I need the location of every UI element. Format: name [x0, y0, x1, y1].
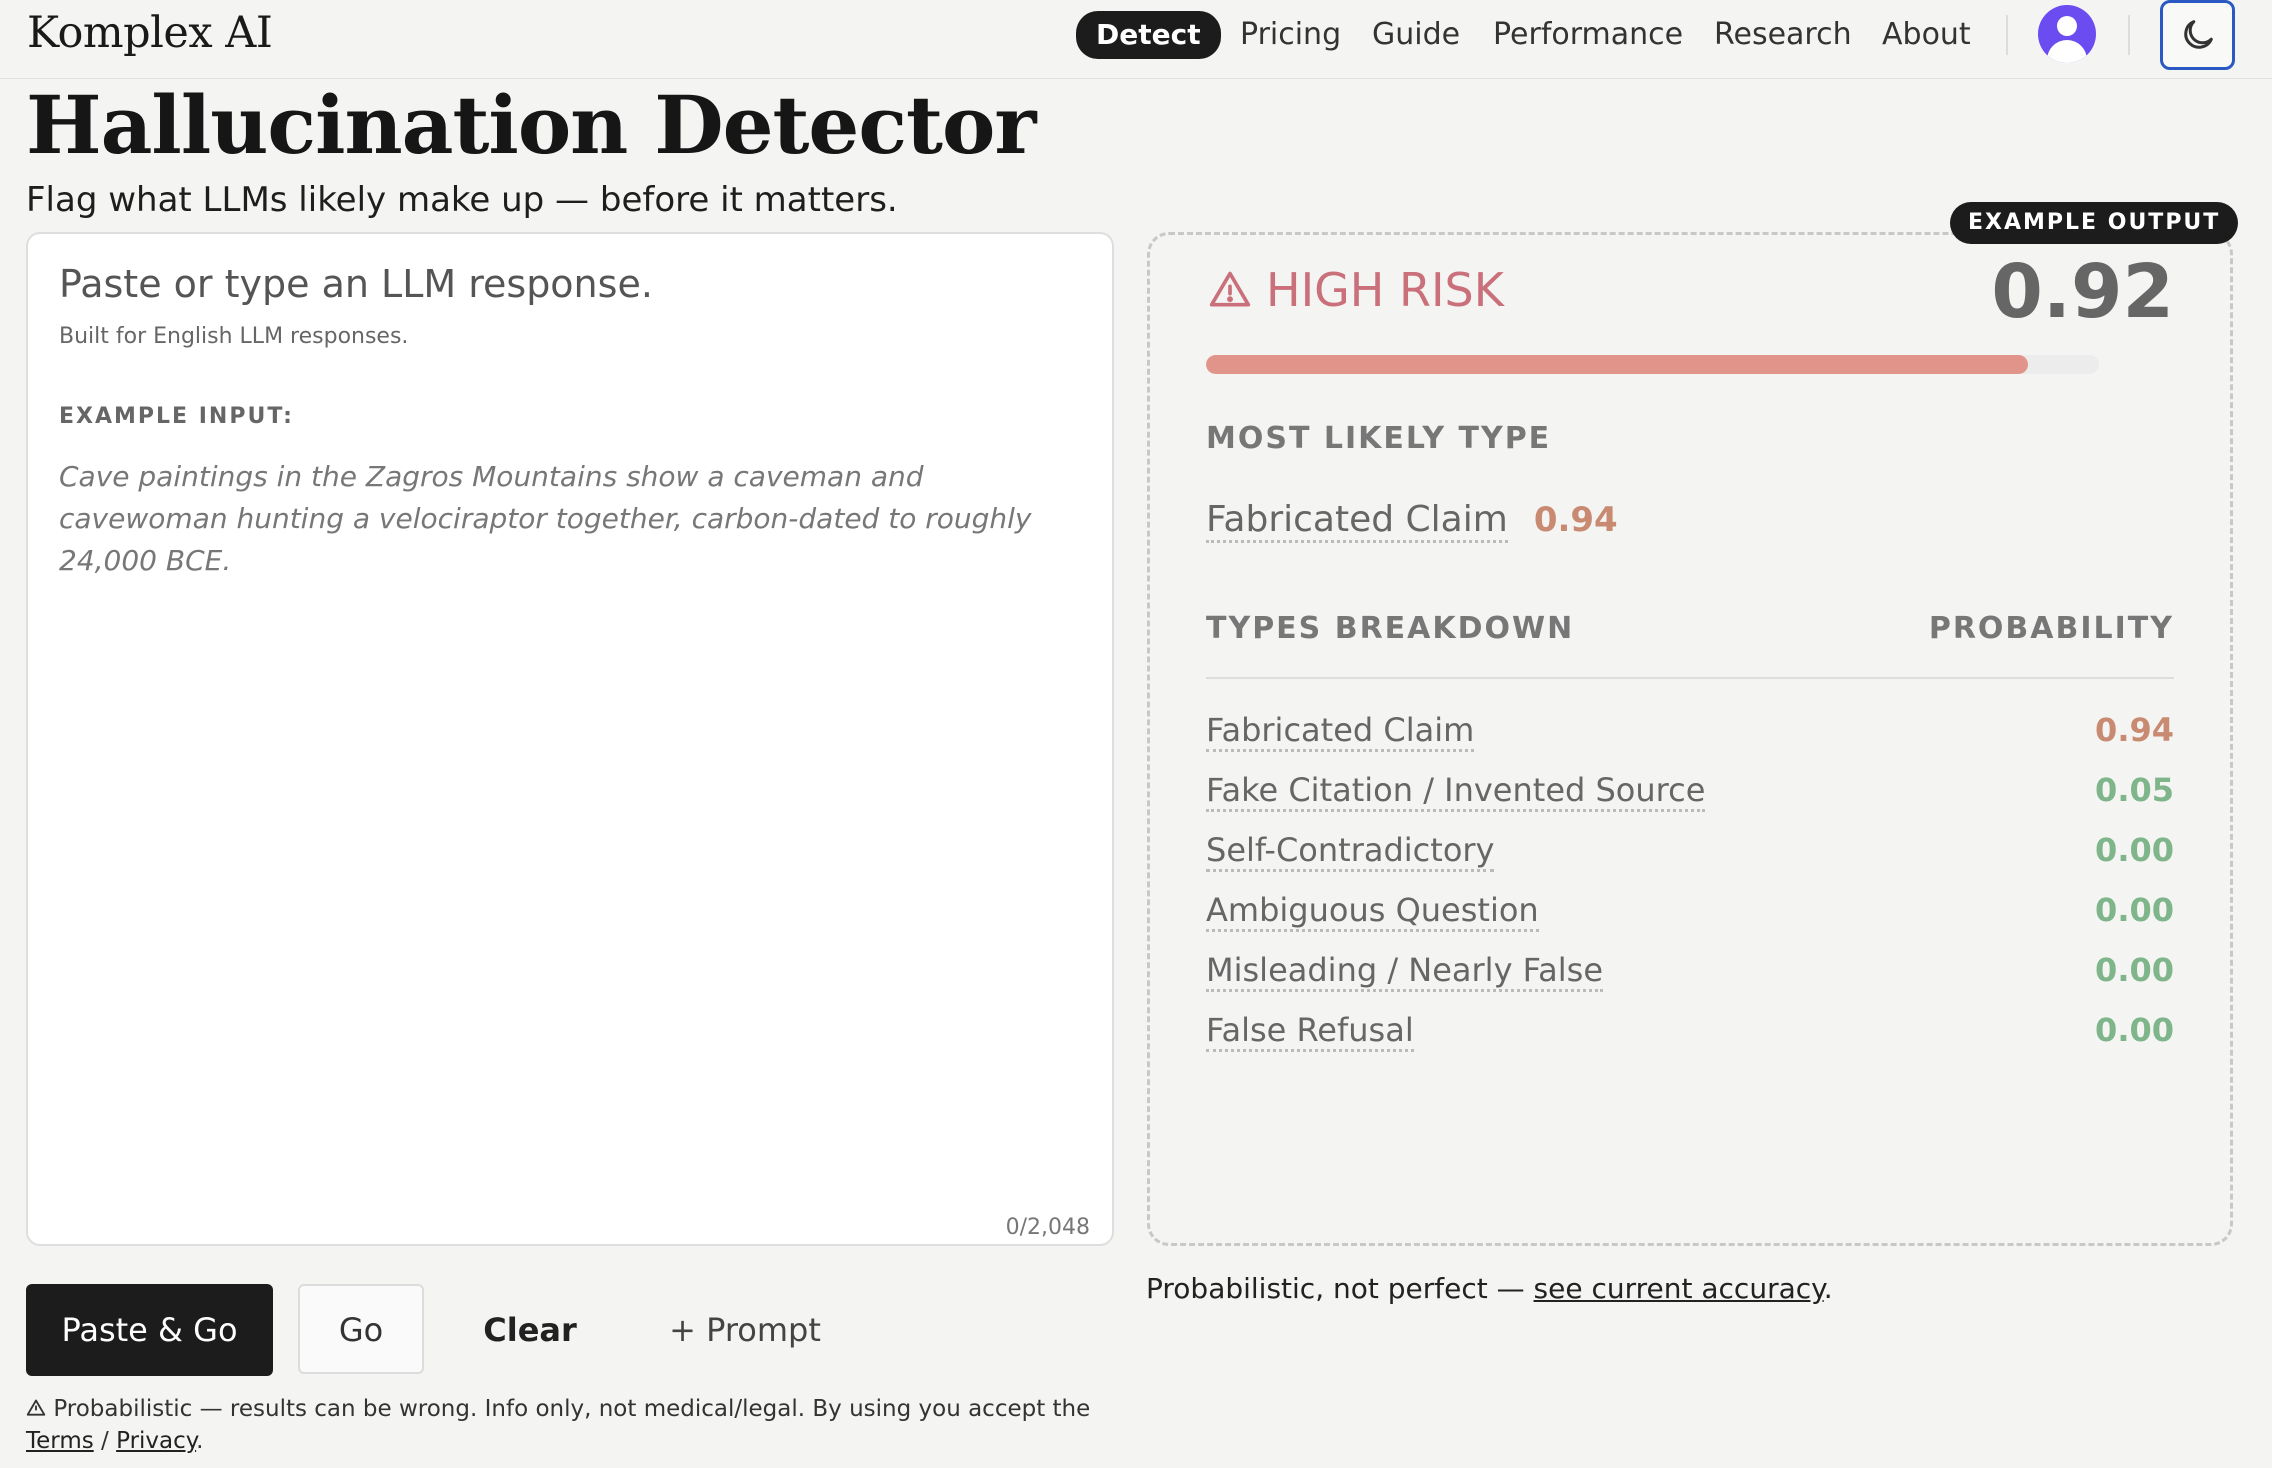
nav-research[interactable]: Research [1714, 14, 1852, 56]
type-name[interactable]: Misleading / Nearly False [1206, 951, 1603, 992]
types-breakdown-label: TYPES BREAKDOWN [1206, 611, 1575, 646]
top-navigation-bar: Komplex AI Detect Pricing Guide Performa… [0, 0, 2272, 79]
most-likely-type-name[interactable]: Fabricated Claim [1206, 499, 1508, 543]
warning-triangle-icon [1209, 271, 1251, 307]
input-hint: Built for English LLM responses. [59, 324, 409, 349]
list-item: False Refusal 0.00 [1206, 1005, 2174, 1065]
brand-logo[interactable]: Komplex AI [27, 8, 273, 58]
nav-detect[interactable]: Detect [1076, 11, 1221, 59]
nav-guide[interactable]: Guide [1372, 14, 1460, 56]
types-breakdown-list: Fabricated Claim 0.94 Fake Citation / In… [1206, 705, 2174, 1065]
list-item: Fake Citation / Invented Source 0.05 [1206, 765, 2174, 825]
nav-performance[interactable]: Performance [1493, 14, 1683, 56]
accuracy-note-end: . [1823, 1272, 1833, 1305]
clear-button[interactable]: Clear [470, 1284, 590, 1376]
nav-divider [2128, 15, 2130, 55]
nav-pricing[interactable]: Pricing [1240, 14, 1341, 56]
risk-progress-bar [1206, 355, 2099, 374]
paste-and-go-button[interactable]: Paste & Go [26, 1284, 273, 1376]
most-likely-type-label: MOST LIKELY TYPE [1206, 421, 1552, 456]
list-item: Self-Contradictory 0.00 [1206, 825, 2174, 885]
risk-header: HIGH RISK [1208, 263, 1504, 317]
response-input-area[interactable]: Paste or type an LLM response. Built for… [26, 232, 1114, 1246]
terms-link[interactable]: Terms [26, 1428, 94, 1454]
breakdown-divider [1206, 677, 2174, 679]
risk-score: 0.92 [1991, 249, 2174, 335]
probability-column-label: PROBABILITY [1928, 611, 2174, 646]
example-output-panel: HIGH RISK 0.92 MOST LIKELY TYPE Fabricat… [1147, 232, 2233, 1246]
disclaimer-end: . [196, 1428, 204, 1454]
type-probability: 0.00 [2095, 891, 2174, 929]
avatar-body-shape [2047, 40, 2087, 63]
page-subtitle: Flag what LLMs likely make up — before i… [26, 180, 898, 220]
add-prompt-button[interactable]: + Prompt [660, 1284, 830, 1376]
type-name[interactable]: False Refusal [1206, 1011, 1414, 1052]
character-counter: 0/2,048 [1005, 1215, 1090, 1240]
privacy-link[interactable]: Privacy [116, 1428, 196, 1454]
type-name[interactable]: Self-Contradictory [1206, 831, 1495, 872]
example-input-label: EXAMPLE INPUT: [59, 404, 294, 429]
link-separator: / [101, 1428, 109, 1454]
page-title: Hallucination Detector [26, 78, 1036, 172]
user-avatar-icon[interactable] [2038, 5, 2096, 63]
nav-divider [2006, 15, 2008, 55]
theme-toggle-button[interactable] [2160, 0, 2235, 70]
input-placeholder: Paste or type an LLM response. [59, 262, 653, 306]
risk-progress-fill [1206, 355, 2028, 374]
type-probability: 0.00 [2095, 831, 2174, 869]
example-input-text: Cave paintings in the Zagros Mountains s… [59, 460, 1032, 577]
warning-triangle-icon [26, 1399, 46, 1416]
type-probability: 0.94 [2095, 711, 2174, 749]
type-name[interactable]: Fake Citation / Invented Source [1206, 771, 1706, 812]
type-name[interactable]: Fabricated Claim [1206, 711, 1475, 752]
most-likely-type-row: Fabricated Claim 0.94 [1206, 499, 1618, 543]
avatar-head-shape [2057, 16, 2077, 36]
example-output-badge: EXAMPLE OUTPUT [1950, 202, 2239, 244]
nav-about[interactable]: About [1882, 14, 1971, 56]
most-likely-type-probability: 0.94 [1533, 500, 1618, 540]
type-probability: 0.00 [2095, 951, 2174, 989]
risk-level-label: HIGH RISK [1266, 263, 1504, 317]
type-name[interactable]: Ambiguous Question [1206, 891, 1539, 932]
moon-icon [2183, 20, 2213, 49]
disclaimer-footer: Probabilistic — results can be wrong. In… [26, 1393, 1126, 1457]
list-item: Fabricated Claim 0.94 [1206, 705, 2174, 765]
accuracy-link[interactable]: see current accuracy [1534, 1272, 1824, 1305]
accuracy-note-text: Probabilistic, not perfect — [1146, 1272, 1534, 1305]
list-item: Ambiguous Question 0.00 [1206, 885, 2174, 945]
list-item: Misleading / Nearly False 0.00 [1206, 945, 2174, 1005]
type-probability: 0.00 [2095, 1011, 2174, 1049]
go-button[interactable]: Go [298, 1284, 424, 1374]
accuracy-note: Probabilistic, not perfect — see current… [1146, 1272, 1833, 1305]
type-probability: 0.05 [2095, 771, 2174, 809]
disclaimer-text: Probabilistic — results can be wrong. In… [53, 1396, 1091, 1422]
